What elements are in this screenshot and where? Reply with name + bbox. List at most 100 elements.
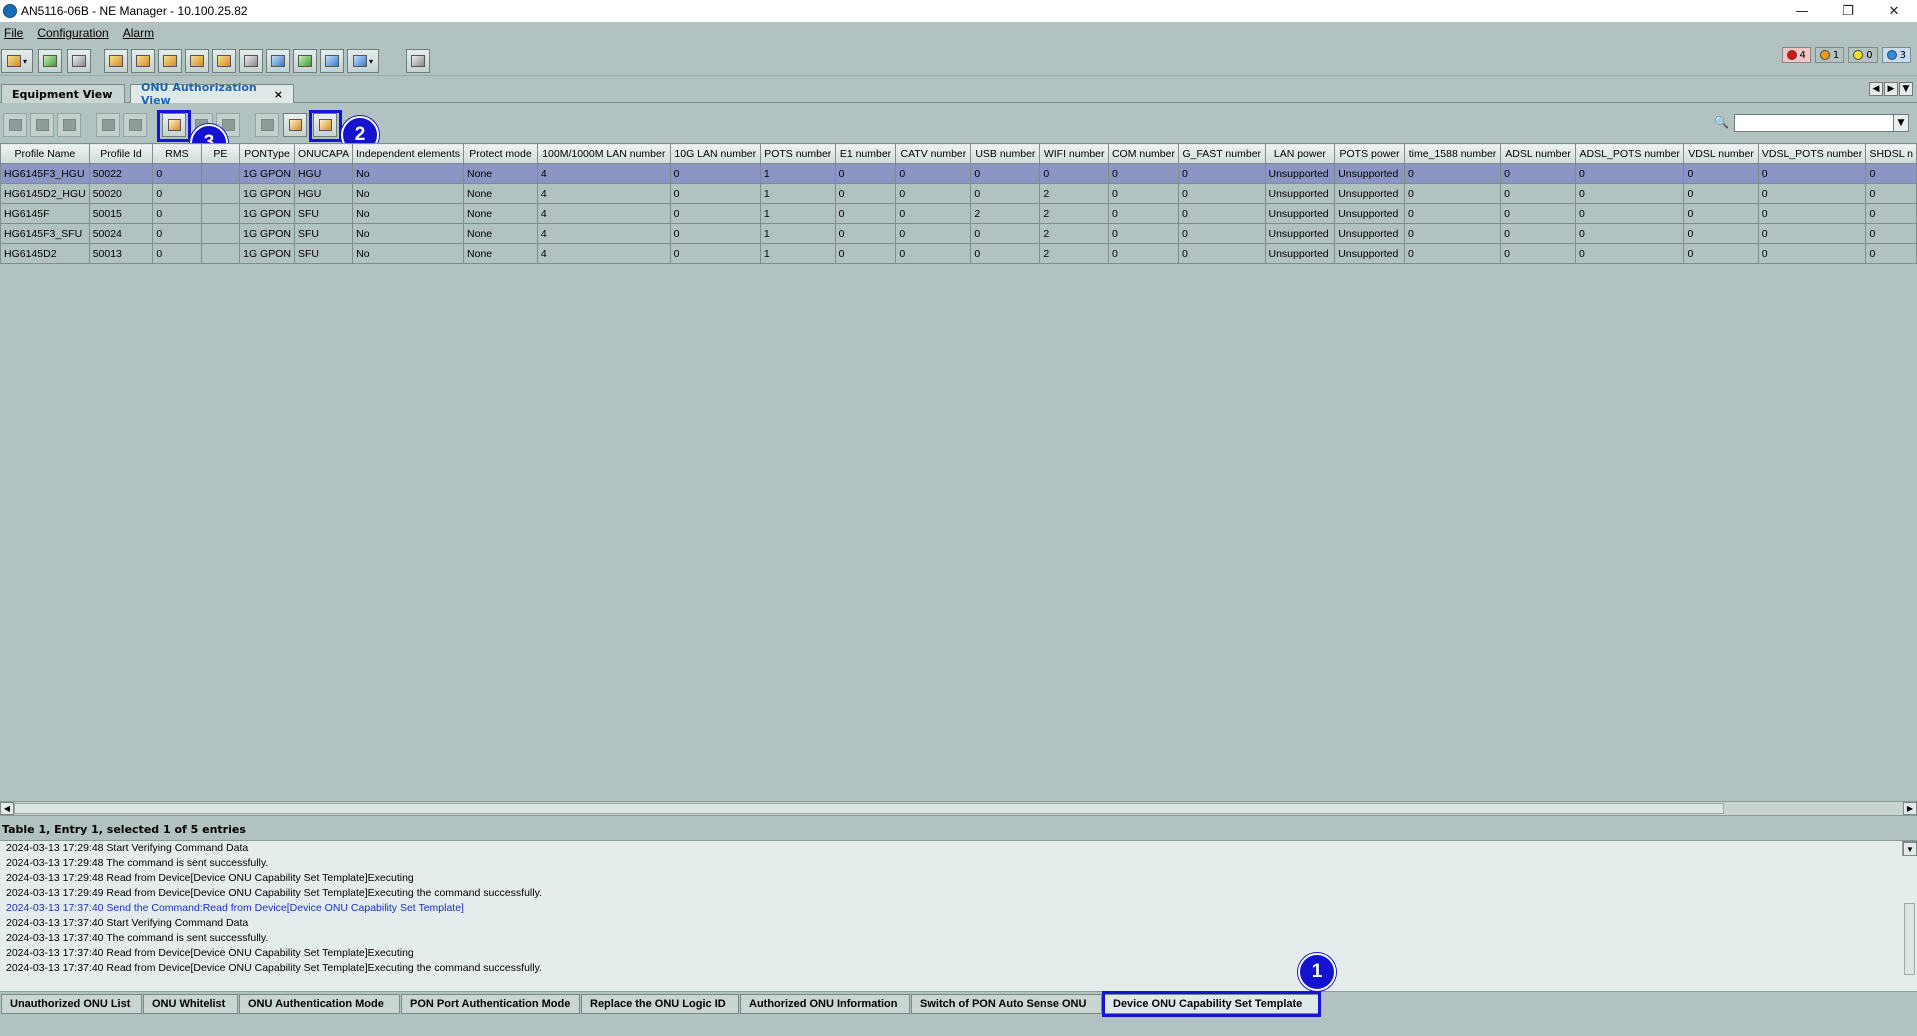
table-cell: 0 (1865, 203, 1917, 224)
device-button[interactable] (67, 49, 91, 73)
table-cell: Unsupported (1334, 223, 1405, 244)
network-button[interactable] (293, 49, 317, 73)
column-header[interactable]: USB number (970, 143, 1041, 164)
function-tab[interactable]: ONU Whitelist (143, 994, 238, 1014)
alarm-warning[interactable]: 3 (1881, 47, 1911, 63)
table-row[interactable]: HG6145F3_SFU 50024 0 1G GPON SFU No None 4 0 1 0 0 0… (0, 223, 1917, 244)
scroll-right-button[interactable]: ▶ (1903, 802, 1917, 815)
table-cell: 0 (1757, 223, 1867, 244)
column-header[interactable]: VDSL_POTS number (1757, 143, 1867, 164)
config-button[interactable] (104, 49, 128, 73)
table-cell: 0 (834, 203, 897, 224)
menu-file[interactable]: File (4, 26, 23, 40)
copy-button[interactable] (96, 113, 120, 137)
table-cell: 4 (536, 183, 671, 204)
alarm-major[interactable]: 1 (1814, 47, 1845, 63)
filter-button[interactable] (255, 113, 279, 137)
column-header[interactable]: VDSL number (1683, 143, 1759, 164)
column-header[interactable]: ADSL number (1500, 143, 1577, 164)
topology-menu-button[interactable] (1, 49, 33, 73)
column-header[interactable]: PONType (239, 143, 295, 164)
print-button[interactable] (131, 49, 155, 73)
menu-alarm[interactable]: Alarm (123, 26, 154, 40)
table-cell: No (352, 243, 465, 264)
maximize-button[interactable]: ❐ (1825, 0, 1871, 22)
function-tab[interactable]: Authorized ONU Information (740, 994, 910, 1014)
export-button[interactable] (185, 49, 209, 73)
column-header[interactable]: COM number (1107, 143, 1179, 164)
function-tab[interactable]: Switch of PON Auto Sense ONU (911, 994, 1102, 1014)
column-header[interactable]: PE (200, 143, 241, 164)
tab-equipment-view[interactable]: Equipment View (1, 84, 125, 103)
column-header[interactable]: Profile Id (88, 143, 154, 164)
config-icon (109, 55, 123, 67)
refresh-button[interactable] (38, 49, 62, 73)
menu-configuration[interactable]: Configuration (37, 26, 108, 40)
list-button[interactable] (266, 49, 290, 73)
table-row[interactable]: HG6145D2_HGU 50020 0 1G GPON HGU No None 4 0 1 0 0 0… (0, 183, 1917, 204)
table-cell: Unsupported (1334, 163, 1405, 184)
log-vertical-scrollbar[interactable]: ▲ ▼ (1902, 841, 1917, 975)
monitor-button[interactable] (320, 49, 344, 73)
alarm-critical[interactable]: 4 (1781, 47, 1811, 63)
report-button[interactable] (158, 49, 182, 73)
minimize-button[interactable]: — (1779, 0, 1825, 22)
column-header[interactable]: time_1588 number (1403, 143, 1502, 164)
function-tab[interactable]: ONU Authentication Mode (239, 994, 400, 1014)
column-header[interactable]: 100M/1000M LAN number (536, 143, 671, 164)
document-button[interactable] (212, 49, 236, 73)
column-header[interactable]: SHDSL n (1865, 143, 1917, 164)
table-cell: 0 (1403, 183, 1502, 204)
column-header[interactable]: E1 number (834, 143, 897, 164)
window-button[interactable] (406, 49, 430, 73)
function-tab[interactable]: Replace the ONU Logic ID (581, 994, 739, 1014)
table-cell: No (352, 223, 465, 244)
column-header[interactable]: WIFI number (1039, 143, 1109, 164)
close-window-button[interactable]: ✕ (1871, 0, 1917, 22)
edit-button[interactable] (57, 113, 81, 137)
table-cell: Unsupported (1264, 163, 1336, 184)
horizontal-scrollbar[interactable]: ◀ ▶ (0, 801, 1917, 816)
scrollbar-thumb[interactable] (14, 803, 1724, 814)
column-header[interactable]: Protect mode (463, 143, 538, 164)
column-header[interactable]: POTS power (1334, 143, 1405, 164)
column-header[interactable]: Independent elements (352, 143, 465, 164)
tab-onu-authorization-view[interactable]: ONU Authorization View × (130, 81, 294, 107)
tab-list-button[interactable]: ▼ (1899, 82, 1913, 96)
server-button[interactable] (239, 49, 263, 73)
scroll-left-button[interactable]: ◀ (0, 802, 14, 815)
table-cell: 0 (152, 183, 202, 204)
table-cell: 2 (1039, 203, 1109, 224)
table-cell (200, 163, 241, 184)
search-dropdown-button[interactable]: ▼ (1893, 114, 1909, 132)
log-scrollbar-thumb[interactable] (1904, 903, 1915, 975)
table-cell: 4 (536, 223, 671, 244)
column-header[interactable]: 10G LAN number (669, 143, 761, 164)
column-header[interactable]: RMS (152, 143, 202, 164)
column-header[interactable]: POTS number (759, 143, 836, 164)
table-row[interactable]: HG6145F 50015 0 1G GPON SFU No None 4 0 1 0 0 2 2 0 0 Un… (0, 203, 1917, 224)
tools-menu-button[interactable] (347, 49, 379, 73)
delete-button[interactable] (30, 113, 54, 137)
column-header[interactable]: ADSL_POTS number (1575, 143, 1685, 164)
function-tab[interactable]: Unauthorized ONU List (1, 994, 142, 1014)
column-header[interactable]: LAN power (1264, 143, 1336, 164)
column-header[interactable]: ONUCAPA (293, 143, 354, 164)
tab-prev-button[interactable]: ◀ (1869, 82, 1883, 96)
function-tab[interactable]: PON Port Authentication Mode (401, 994, 580, 1014)
column-header[interactable]: G_FAST number (1177, 143, 1266, 164)
tab-next-button[interactable]: ▶ (1884, 82, 1898, 96)
paste-button[interactable] (123, 113, 147, 137)
close-tab-icon[interactable]: × (274, 88, 283, 101)
table-cell: 0 (152, 243, 202, 264)
table-row[interactable]: HG6145D2 50013 0 1G GPON SFU No None 4 0 1 0 0 0 2 0 0 U… (0, 243, 1917, 264)
scroll-down-button[interactable]: ▼ (1903, 842, 1917, 856)
table-row[interactable]: HG6145F3_HGU 50022 0 1G GPON HGU No None 4 0 1 0 0 0… (0, 163, 1917, 184)
search-input[interactable] (1734, 114, 1894, 132)
add-button[interactable] (3, 113, 27, 137)
properties-button[interactable] (283, 113, 307, 137)
column-header[interactable]: Profile Name (0, 143, 90, 164)
alarm-minor[interactable]: 0 (1848, 47, 1878, 63)
column-header[interactable]: CATV number (895, 143, 972, 164)
table-cell: HG6145F (0, 203, 90, 224)
